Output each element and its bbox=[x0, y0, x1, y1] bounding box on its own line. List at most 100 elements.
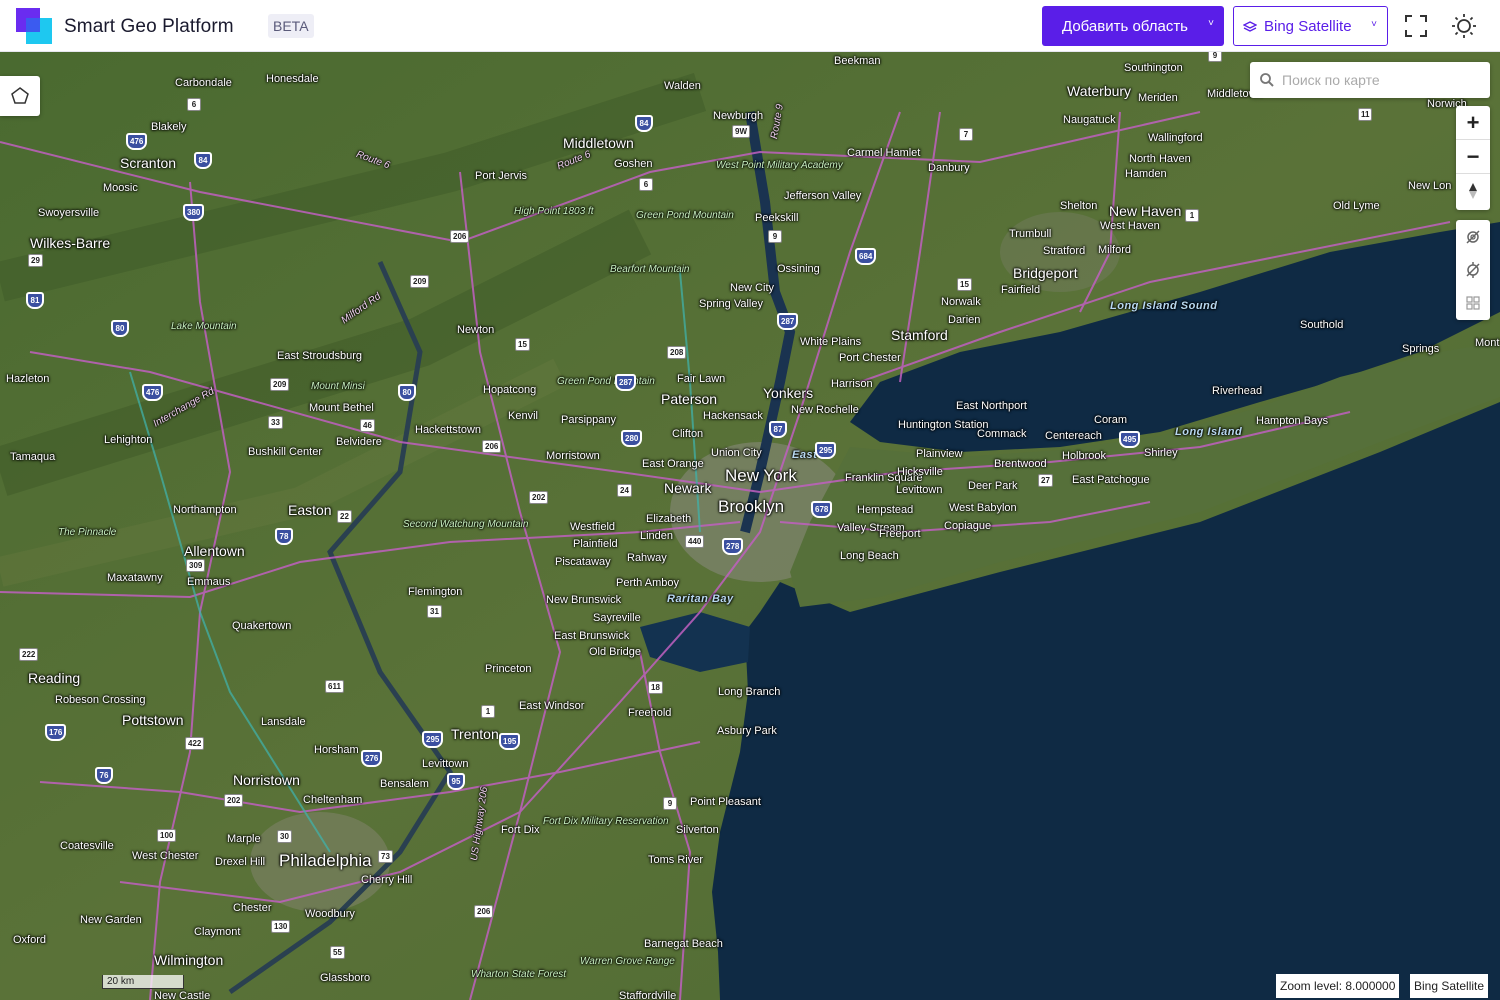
basemap-layer-select[interactable]: Bing Satellite ˅ bbox=[1233, 6, 1388, 46]
place-label: Cherry Hill bbox=[361, 874, 413, 886]
grid-icon bbox=[1466, 295, 1480, 310]
theme-toggle-icon[interactable] bbox=[1450, 12, 1478, 40]
place-label: Trumbull bbox=[1009, 228, 1052, 240]
place-label: Blakely bbox=[151, 121, 187, 133]
interstate-shield: 278 bbox=[722, 538, 744, 555]
place-label: Freeport bbox=[879, 528, 921, 540]
landmark-label: The Pinnacle bbox=[58, 527, 117, 538]
place-label: East Orange bbox=[642, 458, 704, 470]
layers-icon bbox=[1243, 21, 1257, 32]
compass-button[interactable] bbox=[1456, 174, 1490, 208]
place-label: Old Lyme bbox=[1333, 200, 1380, 212]
place-label: Tamaqua bbox=[10, 451, 56, 463]
place-label: White Plains bbox=[800, 336, 862, 348]
place-label: Horsham bbox=[314, 744, 359, 756]
basemap-layer-label: Bing Satellite bbox=[1264, 17, 1352, 35]
place-label: Easton bbox=[288, 502, 332, 518]
place-label: Allentown bbox=[184, 543, 245, 559]
grid-button[interactable] bbox=[1456, 286, 1490, 319]
place-label: Newburgh bbox=[713, 110, 764, 122]
measure-off-button[interactable] bbox=[1456, 220, 1490, 253]
zoom-controls: + − bbox=[1456, 106, 1490, 210]
place-label: Pottstown bbox=[122, 712, 184, 728]
place-label: Spring Valley bbox=[699, 298, 763, 310]
interstate-shield: 380 bbox=[183, 204, 205, 221]
place-label: Hackensack bbox=[703, 410, 763, 422]
route-shield: 209 bbox=[410, 275, 430, 288]
place-label: Jefferson Valley bbox=[784, 190, 862, 202]
map-search[interactable] bbox=[1250, 62, 1490, 98]
route-shield: 33 bbox=[268, 416, 283, 429]
place-label: Shelton bbox=[1060, 200, 1098, 212]
place-label: Mont bbox=[1475, 337, 1500, 349]
route-shield: 208 bbox=[667, 346, 687, 359]
place-label: Port Jervis bbox=[475, 170, 527, 182]
place-label: Plainview bbox=[916, 448, 963, 460]
place-label: Claymont bbox=[194, 926, 241, 938]
route-shield: 9 bbox=[768, 230, 782, 243]
interstate-shield: 87 bbox=[769, 421, 787, 438]
interstate-shield: 76 bbox=[95, 767, 113, 784]
place-label: Swoyersville bbox=[38, 207, 100, 219]
place-label: Huntington Station bbox=[898, 419, 989, 431]
interstate-shield: 476 bbox=[142, 384, 164, 401]
add-area-button[interactable]: Добавить область ˅ bbox=[1042, 6, 1224, 46]
interstate-shield: 78 bbox=[275, 528, 293, 545]
search-input[interactable] bbox=[1282, 70, 1482, 90]
place-label: Goshen bbox=[614, 158, 653, 170]
landmark-label: Green Pond Mountain bbox=[636, 210, 734, 221]
satellite-map[interactable]: Carbondale Honesdale Blakely Scranton Moosic… bbox=[0, 52, 1500, 1000]
place-label: Yonkers bbox=[763, 385, 814, 401]
place-label: Hempstead bbox=[857, 504, 914, 516]
route-shield: 9W bbox=[732, 125, 750, 138]
zoom-out-button[interactable]: − bbox=[1456, 140, 1490, 174]
place-label: Meriden bbox=[1138, 92, 1178, 104]
water-label: Raritan Bay bbox=[667, 593, 734, 605]
place-label: Holbrook bbox=[1062, 450, 1107, 462]
place-label: Marple bbox=[227, 833, 261, 845]
place-label: Chester bbox=[233, 902, 272, 914]
place-label: Toms River bbox=[648, 854, 704, 866]
interstate-shield: 295 bbox=[815, 442, 837, 459]
place-label: Lehighton bbox=[104, 434, 153, 446]
place-label: Westfield bbox=[570, 521, 616, 533]
place-label: Paterson bbox=[661, 391, 718, 407]
place-label: Ossining bbox=[777, 263, 820, 275]
place-label: Deer Park bbox=[968, 480, 1018, 492]
place-label: Hicksville bbox=[897, 466, 943, 478]
place-label: East Brunswick bbox=[554, 630, 630, 642]
route-shield: 222 bbox=[19, 648, 39, 661]
place-label: Port Chester bbox=[839, 352, 901, 364]
place-label: Barnegat Beach bbox=[644, 938, 723, 950]
zoom-in-button[interactable]: + bbox=[1456, 106, 1490, 140]
place-label: North Haven bbox=[1129, 153, 1191, 165]
place-label: Parsippany bbox=[561, 414, 617, 426]
place-label: New Garden bbox=[80, 914, 142, 926]
route-shield: 31 bbox=[427, 605, 442, 618]
place-label: Wilkes-Barre bbox=[30, 235, 111, 251]
search-icon bbox=[1260, 73, 1274, 87]
route-shield: 24 bbox=[617, 484, 632, 497]
interstate-shield: 80 bbox=[398, 384, 416, 401]
place-label: New Rochelle bbox=[791, 404, 859, 416]
place-label: Long Beach bbox=[840, 550, 899, 562]
route-shield: 422 bbox=[185, 737, 205, 750]
place-label: Hazleton bbox=[6, 373, 50, 385]
place-label: Maxatawny bbox=[107, 572, 163, 584]
place-label: Piscataway bbox=[555, 556, 611, 568]
location-off-button[interactable] bbox=[1456, 253, 1490, 286]
place-label: Danbury bbox=[928, 162, 970, 174]
place-label: Glassboro bbox=[320, 972, 371, 984]
place-label: Bensalem bbox=[380, 778, 429, 790]
place-label: Commack bbox=[977, 428, 1027, 440]
interstate-shield: 287 bbox=[615, 374, 637, 391]
place-label: Coatesville bbox=[60, 840, 114, 852]
app-logo[interactable] bbox=[16, 8, 52, 44]
route-shield: 46 bbox=[360, 419, 375, 432]
fullscreen-icon[interactable] bbox=[1402, 12, 1430, 40]
route-shield: 206 bbox=[474, 905, 494, 918]
interstate-shield: 678 bbox=[811, 501, 833, 518]
draw-polygon-button[interactable] bbox=[0, 76, 40, 116]
add-area-label: Добавить область bbox=[1062, 17, 1188, 35]
landmark-label: Wharton State Forest bbox=[471, 969, 567, 980]
